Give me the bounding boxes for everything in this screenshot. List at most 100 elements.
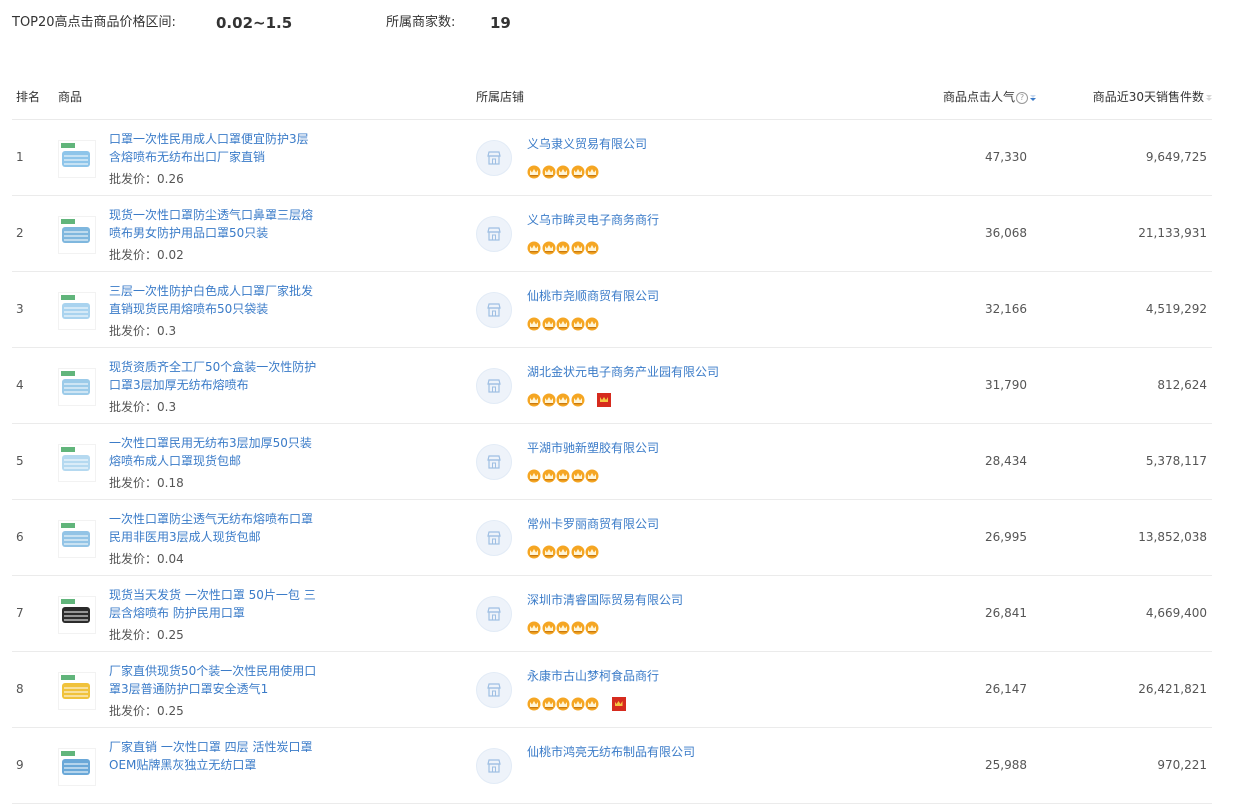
shop-name-link[interactable]: 义乌隶义贸易有限公司: [527, 135, 647, 153]
merchant-rating: [527, 621, 600, 637]
product-title-link[interactable]: 口罩一次性民用成人口罩便宜防护3层含熔喷布无纺布出口厂家直销: [109, 130, 319, 166]
shop-storefront-icon[interactable]: [476, 444, 512, 480]
price-range-label: TOP20高点击商品价格区间:: [12, 15, 176, 30]
product-title-link[interactable]: 现货当天发货 一次性口罩 50片一包 三层含熔喷布 防护民用口罩: [109, 586, 319, 622]
shop-name-link[interactable]: 仙桃市鸿亮无纺布制品有限公司: [527, 743, 695, 761]
table-row: 8 厂家直供现货50个装一次性民用使用口罩3层普通防护口罩安全透气1 批发价：0.2…: [12, 652, 1212, 728]
product-title-link[interactable]: 一次性口罩防尘透气无纺布熔喷布口罩民用非医用3层成人现货包邮: [109, 510, 319, 546]
product-image-icon: [59, 141, 95, 177]
product-thumbnail[interactable]: [58, 368, 96, 406]
sales-30-days-value: 4,669,400: [1145, 606, 1207, 620]
crown-icon: [527, 469, 541, 483]
crown-icon: [556, 241, 570, 255]
shop-name-link[interactable]: 平湖市驰新塑胶有限公司: [527, 439, 659, 457]
merchant-rating: [527, 697, 626, 713]
crown-icon: [585, 317, 599, 331]
crown-icon: [527, 697, 541, 711]
crown-icon: [585, 165, 599, 179]
product-thumbnail[interactable]: [58, 292, 96, 330]
sort-icon[interactable]: [1206, 94, 1212, 102]
merchant-badge-icon: [611, 697, 626, 711]
crown-icon: [556, 165, 570, 179]
rank-value: 1: [16, 150, 24, 164]
product-thumbnail[interactable]: [58, 216, 96, 254]
rank-value: 6: [16, 530, 24, 544]
table-row: 1 口罩一次性民用成人口罩便宜防护3层含熔喷布无纺布出口厂家直销批发价：0.26 义…: [12, 120, 1212, 196]
product-image-icon: [59, 521, 95, 557]
column-header-sales-label: 商品近30天销售件数: [1092, 90, 1204, 104]
shop-name-link[interactable]: 湖北金状元电子商务产业园有限公司: [527, 363, 719, 381]
crown-icon: [542, 393, 555, 407]
shop-storefront-icon[interactable]: [476, 292, 512, 328]
product-thumbnail[interactable]: [58, 444, 96, 482]
crown-icon: [527, 241, 541, 255]
sales-30-days-value: 21,133,931: [1138, 226, 1207, 240]
column-header-rank: 排名: [16, 90, 41, 104]
summary-bar: TOP20高点击商品价格区间: 0.02~1.5 所属商家数: 19: [12, 12, 712, 34]
product-thumbnail[interactable]: [58, 672, 96, 710]
rank-value: 2: [16, 226, 24, 240]
shop-name-link[interactable]: 常州卡罗丽商贸有限公司: [527, 515, 659, 533]
merchant-count-label: 所属商家数:: [386, 15, 456, 30]
shop-storefront-icon[interactable]: [476, 748, 512, 784]
shop-name-link[interactable]: 义乌市眸灵电子商务商行: [527, 211, 659, 229]
shop-name-link[interactable]: 永康市古山梦柯食品商行: [527, 667, 659, 685]
sales-30-days-value: 4,519,292: [1145, 302, 1207, 316]
product-title-link[interactable]: 三层一次性防护白色成人口罩厂家批发直销现货民用熔喷布50只袋装: [109, 282, 319, 318]
product-thumbnail[interactable]: [58, 748, 96, 786]
help-circle-icon[interactable]: ?: [1016, 91, 1028, 104]
shop-storefront-icon[interactable]: [476, 596, 512, 632]
product-image-icon: [59, 369, 95, 405]
product-thumbnail[interactable]: [58, 520, 96, 558]
click-popularity-value: 25,988: [985, 758, 1027, 772]
click-popularity-value: 36,068: [985, 226, 1027, 240]
merchant-badge-icon: [597, 393, 611, 407]
table-row: 3 三层一次性防护白色成人口罩厂家批发直销现货民用熔喷布50只袋装 批发价：0.3 仙…: [12, 272, 1212, 348]
crown-icon: [527, 393, 541, 407]
product-image-icon: [59, 597, 95, 633]
shop-storefront-icon[interactable]: [476, 368, 512, 404]
product-image-icon: [59, 673, 95, 709]
merchant-count-value: 19: [490, 14, 511, 32]
table-row: 4 现货资质齐全工厂50个盒装一次性防护口罩3层加厚无纺布熔喷布 批发价：0.3 湖北…: [12, 348, 1212, 424]
merchant-rating: [527, 317, 600, 333]
product-wholesale-price: 批发价：0.26: [109, 172, 184, 186]
crown-icon: [556, 393, 570, 407]
crown-icon: [542, 317, 555, 331]
shop-name-link[interactable]: 深圳市清睿国际贸易有限公司: [527, 591, 683, 609]
product-wholesale-price: 批发价：0.18: [109, 476, 184, 490]
product-title-link[interactable]: 一次性口罩民用无纺布3层加厚50只装熔喷布成人口罩现货包邮: [109, 434, 319, 470]
crown-icon: [571, 469, 584, 483]
sales-30-days-value: 5,378,117: [1145, 454, 1207, 468]
column-header-sales[interactable]: 商品近30天销售件数: [1093, 78, 1212, 116]
top-products-table: 排名 商品 所属店铺 商品点击人气? 商品近30天销售件数 1 口罩一次性民用成人…: [12, 78, 1212, 804]
product-wholesale-price: 批发价：0.02: [109, 248, 184, 262]
crown-icon: [527, 545, 541, 559]
crown-icon: [556, 317, 570, 331]
sort-descending-icon[interactable]: [1030, 94, 1036, 102]
shop-storefront-icon[interactable]: [476, 216, 512, 252]
rank-value: 3: [16, 302, 24, 316]
rank-value: 9: [16, 758, 24, 772]
product-title-link[interactable]: 现货资质齐全工厂50个盒装一次性防护口罩3层加厚无纺布熔喷布: [109, 358, 319, 394]
crown-icon: [542, 621, 555, 635]
crown-icon: [571, 697, 584, 711]
product-thumbnail[interactable]: [58, 596, 96, 634]
price-range-value: 0.02~1.5: [216, 14, 293, 32]
shop-storefront-icon[interactable]: [476, 140, 512, 176]
crown-icon: [571, 317, 584, 331]
column-header-clicks[interactable]: 商品点击人气?: [943, 78, 1036, 116]
shop-storefront-icon[interactable]: [476, 672, 512, 708]
product-image-icon: [59, 217, 95, 253]
product-title-link[interactable]: 现货一次性口罩防尘透气口鼻罩三层熔喷布男女防护用品口罩50只装: [109, 206, 319, 242]
product-wholesale-price: 批发价：0.25: [109, 704, 184, 718]
shop-name-link[interactable]: 仙桃市尧顺商贸有限公司: [527, 287, 659, 305]
table-header: 排名 商品 所属店铺 商品点击人气? 商品近30天销售件数: [12, 78, 1212, 120]
table-row: 7 现货当天发货 一次性口罩 50片一包 三层含熔喷布 防护民用口罩 批发价：0.2…: [12, 576, 1212, 652]
merchant-rating: [527, 165, 600, 181]
shop-storefront-icon[interactable]: [476, 520, 512, 556]
product-title-link[interactable]: 厂家直供现货50个装一次性民用使用口罩3层普通防护口罩安全透气1: [109, 662, 319, 698]
product-thumbnail[interactable]: [58, 140, 96, 178]
product-title-link[interactable]: 厂家直销 一次性口罩 四层 活性炭口罩 OEM贴牌黑灰独立无纺口罩: [109, 738, 319, 774]
crown-icon: [556, 469, 570, 483]
